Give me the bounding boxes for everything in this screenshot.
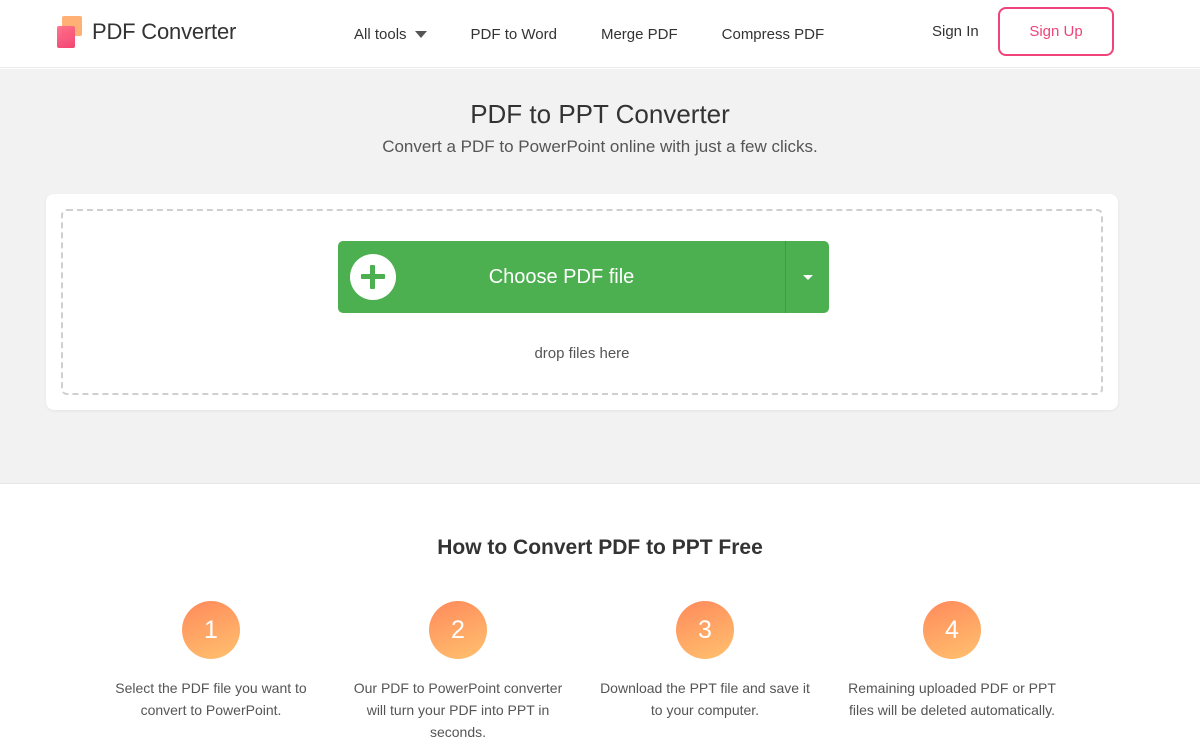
step-number-badge: 1 xyxy=(182,601,240,659)
page-subtitle: Convert a PDF to PowerPoint online with … xyxy=(382,137,818,156)
page-title: PDF to PPT Converter xyxy=(470,99,730,129)
step-description: Select the PDF file you want to convert … xyxy=(115,680,307,718)
step-number-badge: 2 xyxy=(429,601,487,659)
sign-up-button[interactable]: Sign Up xyxy=(998,7,1114,56)
logo-text: PDF Converter xyxy=(92,19,237,44)
choose-file-button[interactable]: Choose PDF file xyxy=(338,241,829,313)
upload-card: Choose PDF file drop files here xyxy=(46,194,1118,410)
stacked-squares-logo-icon xyxy=(57,16,83,48)
step-item: 1 Select the PDF file you want to conver… xyxy=(91,601,331,721)
hero-section: PDF to PPT Converter Convert a PDF to Po… xyxy=(0,69,1200,484)
step-description: Download the PPT file and save it to you… xyxy=(600,680,810,718)
sign-in-link[interactable]: Sign In xyxy=(932,23,979,40)
step-number-badge: 3 xyxy=(676,601,734,659)
how-to-title: How to Convert PDF to PPT Free xyxy=(437,536,763,559)
file-dropzone[interactable]: Choose PDF file drop files here xyxy=(61,209,1103,395)
step-item: 2 Our PDF to PowerPoint converter will t… xyxy=(338,601,578,743)
site-logo[interactable]: PDF Converter xyxy=(57,16,236,48)
step-description: Remaining uploaded PDF or PPT files will… xyxy=(848,680,1056,718)
nav-all-tools[interactable]: All tools xyxy=(354,26,427,43)
nav-pdf-to-word[interactable]: PDF to Word xyxy=(471,26,557,43)
drop-hint: drop files here xyxy=(534,345,630,362)
nav-all-tools-label: All tools xyxy=(354,25,407,43)
step-item: 4 Remaining uploaded PDF or PPT files wi… xyxy=(832,601,1072,721)
upload-source-dropdown[interactable] xyxy=(785,241,829,313)
step-item: 3 Download the PPT file and save it to y… xyxy=(585,601,825,721)
main-nav: All tools PDF to Word Merge PDF Compress… xyxy=(354,0,868,68)
choose-file-label: Choose PDF file xyxy=(488,265,635,288)
step-description: Our PDF to PowerPoint converter will tur… xyxy=(353,680,563,740)
step-number-badge: 4 xyxy=(923,601,981,659)
caret-down-icon xyxy=(802,274,813,280)
nav-compress-pdf[interactable]: Compress PDF xyxy=(722,26,825,43)
caret-down-icon xyxy=(414,30,427,38)
top-header: PDF Converter All tools PDF to Word Merg… xyxy=(0,0,1200,68)
nav-merge-pdf[interactable]: Merge PDF xyxy=(601,26,678,43)
